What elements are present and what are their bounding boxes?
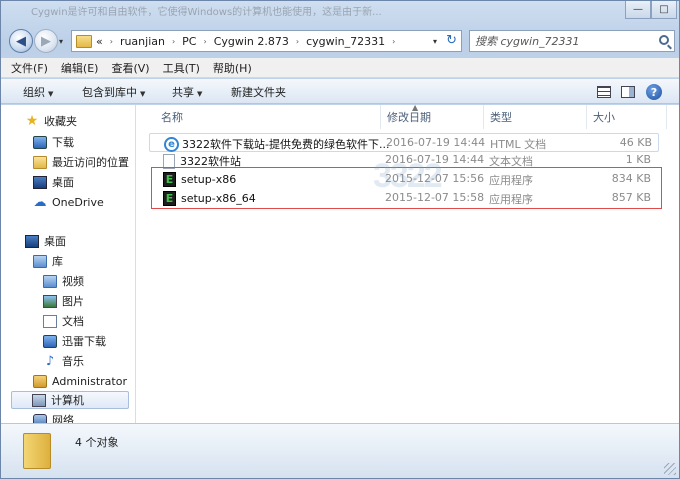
nav-recent[interactable]: 最近访问的位置 [33,153,129,171]
file-size: 857 KB [611,191,651,204]
dropdown-icon: ▼ [140,90,146,98]
title-ghost-text: Cygwin是许可和自由软件，它使得Windows的计算机也能使用，这是由于新.… [31,7,382,18]
status-bar: 4 个对象 [1,423,679,478]
recent-places-icon [33,155,47,169]
search-icon[interactable] [659,35,669,45]
music-note-icon: ♪ [45,353,55,369]
desktop-icon [25,234,39,248]
new-folder-button[interactable]: 新建文件夹 [231,84,286,100]
file-list: ▲ 名称 修改日期 类型 大小 e 3322软件下载站-提供免费的绿色软件下...… [149,103,679,423]
column-type[interactable]: 类型 [484,105,587,129]
file-name: setup-x86_64 [181,192,256,205]
search-placeholder: 搜索 cygwin_72331 [475,35,580,48]
menu-bar: 文件(F) 编辑(E) 查看(V) 工具(T) 帮助(H) [1,58,679,78]
downloads-icon [33,135,47,149]
search-input[interactable]: 搜索 cygwin_72331 [469,30,675,52]
breadcrumb-chevron-icon[interactable]: › [204,37,207,46]
folder-icon [76,34,92,48]
forward-arrow-icon: ▶ [41,33,51,49]
nav-onedrive[interactable]: ☁ OneDrive [33,193,104,211]
address-bar[interactable]: « › ruanjian › PC › Cygwin 2.873 › cygwi… [71,30,462,52]
user-folder-icon [33,374,47,388]
breadcrumb-current[interactable]: cygwin_72331 [306,35,385,48]
nav-documents[interactable]: 文档 [43,312,84,330]
column-date[interactable]: 修改日期 [381,105,484,129]
explorer-window: Cygwin是许可和自由软件，它使得Windows的计算机也能使用，这是由于新.… [0,0,680,479]
resize-grip-icon[interactable] [664,463,676,475]
libraries-icon [33,254,47,268]
videos-icon [43,274,57,288]
item-count: 4 个对象 [75,436,119,449]
back-arrow-icon: ◀ [16,33,26,49]
breadcrumb-cygwin[interactable]: Cygwin 2.873 [214,35,289,48]
preview-pane-icon[interactable] [621,86,635,98]
column-size[interactable]: 大小 [587,105,667,129]
menu-tools[interactable]: 工具(T) [163,60,200,76]
organize-button[interactable]: 组织 ▼ [23,84,53,100]
star-icon: ★ [25,112,39,129]
file-name: 3322软件下载站-提供免费的绿色软件下... [182,138,390,151]
nav-libraries[interactable]: 库 [33,252,63,270]
help-icon[interactable]: ? [646,84,662,100]
share-button[interactable]: 共享 ▼ [172,84,202,100]
thunder-icon [43,334,57,348]
onedrive-cloud-icon: ☁ [33,194,47,210]
menu-help[interactable]: 帮助(H) [213,60,252,76]
change-view-icon[interactable] [597,86,611,98]
breadcrumb-chevron-icon[interactable]: › [172,37,175,46]
nav-videos[interactable]: 视频 [43,272,84,290]
forward-button[interactable]: ▶ [34,29,58,53]
file-size: 46 KB [619,136,652,149]
content-area: ★ 收藏夹 下载 最近访问的位置 桌面 ☁ OneDrive 桌面 库 视频 图片 … [1,103,679,427]
nav-computer[interactable]: 计算机 [11,391,129,409]
watermark: 3322 [373,157,443,195]
breadcrumb-pc[interactable]: PC [182,35,196,48]
documents-icon [43,314,57,328]
nav-downloads[interactable]: 下载 [33,133,74,151]
nav-thunder-downloads[interactable]: 迅雷下载 [43,332,106,350]
file-size: 834 KB [611,172,651,185]
cygwin-exe-icon: E [163,191,176,206]
menu-file[interactable]: 文件(F) [11,60,48,76]
file-type: 应用程序 [489,174,533,187]
back-button[interactable]: ◀ [9,29,33,53]
menu-edit[interactable]: 编辑(E) [61,60,99,76]
maximize-button[interactable]: □ [651,1,677,19]
nav-pictures[interactable]: 图片 [43,292,84,310]
menu-view[interactable]: 查看(V) [111,60,149,76]
minimize-button[interactable]: — [625,1,651,19]
recent-pages-dropdown[interactable]: ▾ [59,37,63,46]
nav-desktop[interactable]: 桌面 [25,232,66,250]
file-date: 2016-07-19 14:44 [386,136,486,149]
ie-icon: e [164,136,179,152]
dropdown-icon: ▼ [197,90,203,98]
include-in-library-button[interactable]: 包含到库中 ▼ [82,84,145,100]
nav-favorites[interactable]: ★ 收藏夹 [25,112,77,130]
file-type: HTML 文档 [490,138,547,151]
file-name: setup-x86 [181,173,237,186]
file-size: 1 KB [625,153,651,166]
folder-icon [23,433,51,469]
address-dropdown-icon[interactable]: ▾ [433,37,437,46]
breadcrumb-overflow[interactable]: « [96,35,103,48]
nav-administrator[interactable]: Administrator [33,372,127,390]
pictures-icon [43,294,57,308]
address-row: ◀ ▶ ▾ « › ruanjian › PC › Cygwin 2.873 ›… [1,25,679,57]
title-bar[interactable]: Cygwin是许可和自由软件，它使得Windows的计算机也能使用，这是由于新.… [1,1,679,23]
cygwin-exe-icon: E [163,172,176,187]
command-bar: 组织 ▼ 包含到库中 ▼ 共享 ▼ 新建文件夹 ? [1,79,679,104]
dropdown-icon: ▼ [48,90,54,98]
refresh-icon[interactable]: ↻ [446,33,457,48]
nav-music[interactable]: ♪ 音乐 [43,352,84,370]
column-name[interactable]: 名称 [155,105,381,129]
desktop-icon [33,175,47,189]
file-type: 应用程序 [489,193,533,206]
breadcrumb-ruanjian[interactable]: ruanjian [120,35,165,48]
nav-desktop-favorite[interactable]: 桌面 [33,173,74,191]
breadcrumb-chevron-icon[interactable]: › [296,37,299,46]
computer-icon [32,393,46,407]
breadcrumb-chevron-icon[interactable]: › [392,37,395,46]
file-row[interactable]: e 3322软件下载站-提供免费的绿色软件下... 2016-07-19 14:4… [149,133,659,152]
navigation-pane: ★ 收藏夹 下载 最近访问的位置 桌面 ☁ OneDrive 桌面 库 视频 图片 … [1,105,136,427]
